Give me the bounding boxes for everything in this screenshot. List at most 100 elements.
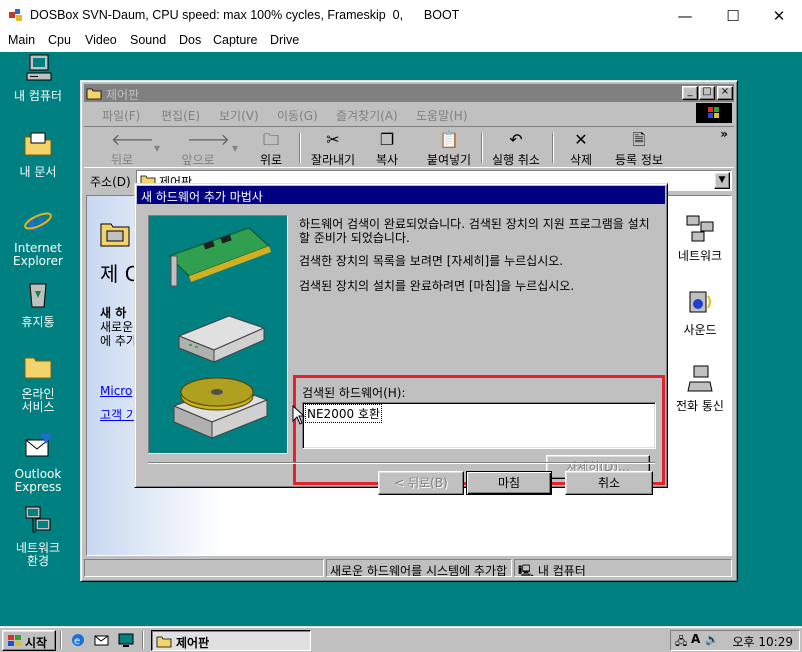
quicklaunch-desktop-icon[interactable] <box>118 632 134 648</box>
toolbar-properties-button[interactable]: 🗎 등록 정보 <box>609 130 669 168</box>
web-view-link[interactable]: 고객 기 <box>100 406 137 423</box>
cp-item-label: 사운드 <box>683 323 717 337</box>
menu-drive[interactable]: Drive <box>270 33 299 47</box>
cp-menu-go[interactable]: 이동(G) <box>277 107 318 124</box>
cp-menu-edit[interactable]: 편집(E) <box>161 107 200 124</box>
cp-menu-file[interactable]: 파일(F) <box>102 107 140 124</box>
toolbar-separator <box>552 133 554 163</box>
start-button[interactable]: 시작 <box>2 630 56 651</box>
control-panel-large-icon <box>100 223 130 247</box>
my-computer-icon <box>26 54 52 81</box>
menu-capture[interactable]: Capture <box>213 33 257 47</box>
toolbar-delete-button[interactable]: ✕ 삭제 <box>558 130 604 168</box>
delete-x-icon: ✕ <box>574 130 588 149</box>
status-zone: 🖳 내 컴퓨터 <box>514 559 732 577</box>
internet-explorer-icon: e <box>24 205 52 238</box>
wizard-illustration <box>148 215 288 454</box>
desktop-icon-network-neighborhood[interactable]: 네트워크 환경 <box>0 504 76 568</box>
cp-item-label: 전화 통신 <box>676 399 724 413</box>
cp-menu-help[interactable]: 도움말(H) <box>416 107 468 124</box>
desktop-icon-recycle-bin[interactable]: 휴지통 <box>0 278 76 329</box>
desktop-icon-my-documents[interactable]: 내 문서 <box>0 128 76 179</box>
back-arrow-icon: 🡐 <box>111 130 154 149</box>
network-icon <box>686 215 714 242</box>
properties-icon: 🗎 <box>632 130 646 149</box>
control-panel-titlebar: 제어판 _ □ × <box>84 84 734 102</box>
toolbar-separator <box>299 133 301 163</box>
status-text: 새로운 하드웨어를 시스템에 추가합 <box>326 559 512 577</box>
cp-menu-view[interactable]: 보기(V) <box>219 107 259 124</box>
toolbar-separator <box>481 133 483 163</box>
scissors-icon: ✂ <box>326 130 340 149</box>
wizard-title: 새 하드웨어 추가 마법사 <box>141 190 263 204</box>
menu-dos[interactable]: Dos <box>179 33 201 47</box>
expansion-card-icon <box>168 227 271 287</box>
menu-main[interactable]: Main <box>8 33 35 47</box>
list-item[interactable]: NE2000 호환 <box>305 404 382 423</box>
control-panel-icon <box>156 636 172 648</box>
forward-dropdown-chevron-icon[interactable]: ▾ <box>229 141 241 155</box>
online-services-icon <box>24 357 52 379</box>
toolbar-undo-button[interactable]: ↶ 실행 취소 <box>486 130 546 168</box>
toolbar-cut-button[interactable]: ✂ 잘라내기 <box>306 130 360 168</box>
svg-text:e: e <box>74 636 80 647</box>
tray-network-icon[interactable]: 🖧 <box>675 633 687 652</box>
toolbar-copy-button[interactable]: ❐ 복사 <box>367 130 407 168</box>
wizard-message-1: 하드웨어 검색이 완료되었습니다. 검색된 장치의 지원 프로그램을 설치할 준… <box>299 217 650 245</box>
cp-maximize-button[interactable]: □ <box>699 86 715 100</box>
maximize-button[interactable]: ☐ <box>710 3 756 29</box>
cp-menu-favorites[interactable]: 즐겨찾기(A) <box>336 107 398 124</box>
cp-item-telephony[interactable]: 전화 통신 <box>665 364 731 414</box>
telephony-icon <box>687 365 713 392</box>
desktop-icon-label: Outlook Express <box>14 467 62 494</box>
outlook-express-icon <box>25 434 52 457</box>
tray-ime-icon[interactable]: A <box>691 632 700 646</box>
dosbox-app-icon <box>9 9 22 21</box>
cancel-button[interactable]: 취소 <box>565 471 653 495</box>
tray-speaker-icon[interactable]: 🔈 <box>705 633 719 646</box>
status-cell-empty <box>84 559 324 577</box>
address-dropdown-chevron-icon[interactable]: ▼ <box>714 172 730 189</box>
desktop-icon-label: 휴지통 <box>21 315 55 329</box>
toolbar-back-button[interactable]: 🡐 뒤로 <box>100 130 154 168</box>
control-panel-icon <box>86 88 102 100</box>
control-panel-title: 제어판 <box>106 88 140 102</box>
toolbar-up-button[interactable]: 🗀 위로 <box>249 130 293 168</box>
computer-zone-icon: 🖳 <box>518 564 535 577</box>
tray-clock[interactable]: 오후 10:29 <box>733 633 793 650</box>
cp-item-network[interactable]: 네트워크 <box>665 214 731 264</box>
web-view-title: 제 C <box>100 262 139 286</box>
toolbar-more-chevron-icon[interactable]: » <box>720 127 728 141</box>
back-button[interactable]: < 뒤로(B) <box>378 471 464 495</box>
quicklaunch-outlook-icon[interactable] <box>94 632 110 648</box>
desktop-icon-my-computer[interactable]: 내 컴퓨터 <box>0 52 76 103</box>
network-neighborhood-icon <box>25 506 51 533</box>
back-dropdown-chevron-icon[interactable]: ▾ <box>151 141 163 155</box>
menu-sound[interactable]: Sound <box>130 33 166 47</box>
taskbar-separator <box>142 631 144 649</box>
taskbar-control-panel-button[interactable]: 제어판 <box>151 630 311 651</box>
web-view-link[interactable]: Micro <box>100 384 132 398</box>
detected-hardware-list[interactable]: NE2000 호환 <box>302 402 656 449</box>
detected-hardware-label: 검색된 하드웨어(H): <box>302 386 406 400</box>
toolbar-forward-button[interactable]: 🡒 앞으로 <box>172 130 229 168</box>
menu-video[interactable]: Video <box>85 33 117 47</box>
quicklaunch-ie-icon[interactable]: e <box>70 632 86 648</box>
close-button[interactable]: ✕ <box>756 3 802 29</box>
cp-item-sound[interactable]: 사운드 <box>665 288 731 338</box>
desktop-icon-outlook-express[interactable]: Outlook Express <box>0 430 76 494</box>
cp-close-button[interactable]: × <box>717 86 733 100</box>
minimize-button[interactable]: — <box>662 3 708 29</box>
system-tray: 🖧 A 🔈 오후 10:29 <box>670 630 800 651</box>
desktop-icon-label: 내 컴퓨터 <box>14 89 62 103</box>
cp-minimize-button[interactable]: _ <box>682 86 698 100</box>
desktop-icon-internet-explorer[interactable]: e Internet Explorer <box>0 204 76 268</box>
desktop-icon-label: Internet Explorer <box>13 241 63 268</box>
menu-cpu[interactable]: Cpu <box>48 33 71 47</box>
finish-button[interactable]: 마침 <box>466 471 552 495</box>
desktop-icon-online-services[interactable]: 온라인 서비스 <box>0 350 76 414</box>
emulated-desktop: 내 컴퓨터 내 문서 e Internet Explorer 휴지통 온라인 서… <box>0 52 802 652</box>
toolbar-paste-button[interactable]: 📋 붙여넣기 <box>422 130 476 168</box>
modem-device-icon <box>177 315 266 363</box>
copy-icon: ❐ <box>379 130 395 149</box>
